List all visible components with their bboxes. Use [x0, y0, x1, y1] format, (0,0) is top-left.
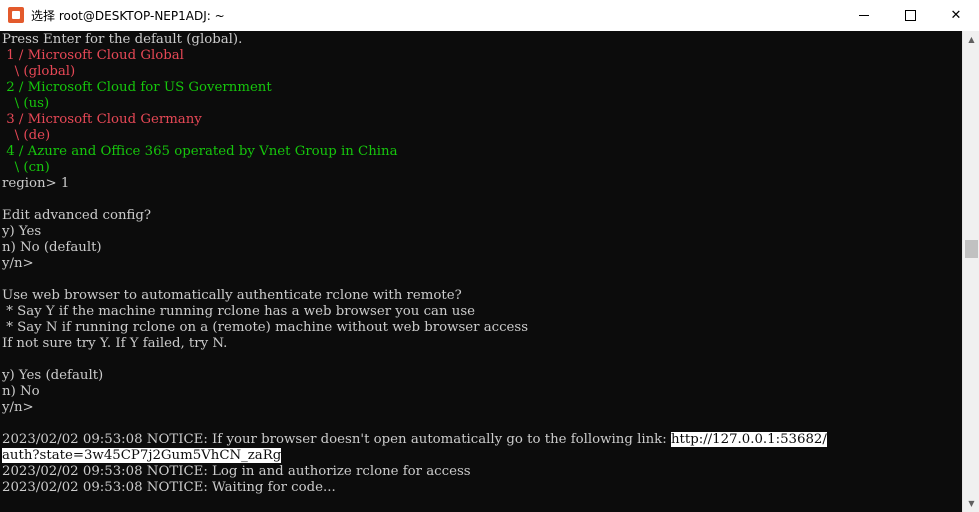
terminal-line: * Say N if running rclone on a (remote) …: [2, 320, 529, 335]
close-icon[interactable]: [933, 0, 979, 31]
terminal-line: * Say Y if the machine running rclone ha…: [2, 304, 476, 319]
minimize-icon[interactable]: [841, 0, 887, 31]
terminal-line: y/n>: [2, 400, 34, 415]
terminal-line: \ (cn): [2, 160, 50, 175]
terminal-line: Use web browser to automatically authent…: [2, 288, 462, 303]
terminal-line: 2023/02/02 09:53:08 NOTICE: Log in and a…: [2, 464, 471, 479]
terminal-line: y) Yes: [2, 224, 42, 239]
terminal-output[interactable]: Press Enter for the default (global). 1 …: [0, 31, 962, 512]
terminal-line: auth?state=3w45CP7j2Gum5VhCN_zaRg: [2, 448, 282, 464]
terminal-line: \ (global): [2, 64, 76, 79]
terminal-line: \ (de): [2, 128, 51, 143]
terminal-line: n) No (default): [2, 240, 102, 255]
terminal-line: If not sure try Y. If Y failed, try N.: [2, 336, 228, 351]
terminal-line: 4 / Azure and Office 365 operated by Vne…: [2, 144, 398, 159]
terminal-line: n) No: [2, 384, 40, 399]
terminal-line: 2023/02/02 09:53:08 NOTICE: If your brow…: [2, 432, 827, 448]
terminal-line: Edit advanced config?: [2, 208, 152, 223]
terminal-line: Press Enter for the default (global).: [2, 32, 243, 47]
scroll-up-arrow-icon[interactable]: ▲: [963, 31, 979, 48]
title-bar[interactable]: 选择 root@DESKTOP-NEP1ADJ: ~: [0, 0, 979, 32]
terminal-line: y) Yes (default): [2, 368, 104, 383]
terminal-line: 3 / Microsoft Cloud Germany: [2, 112, 202, 127]
terminal-line: y/n>: [2, 256, 34, 271]
window-title: 选择 root@DESKTOP-NEP1ADJ: ~: [31, 9, 225, 23]
scroll-down-arrow-icon[interactable]: ▼: [963, 495, 979, 512]
auth-link-selected-continued[interactable]: auth?state=3w45CP7j2Gum5VhCN_zaRg: [2, 448, 282, 463]
scrollbar-thumb[interactable]: [965, 240, 978, 258]
terminal-line: \ (us): [2, 96, 50, 111]
maximize-icon[interactable]: [887, 0, 933, 31]
vertical-scrollbar[interactable]: ▲ ▼: [962, 31, 979, 512]
terminal-line: 1 / Microsoft Cloud Global: [2, 48, 184, 63]
notice-text: 2023/02/02 09:53:08 NOTICE: If your brow…: [2, 432, 671, 447]
auth-link-selected[interactable]: http://127.0.0.1:53682/: [670, 432, 827, 447]
terminal-app-icon: [8, 7, 24, 23]
terminal-line: 2 / Microsoft Cloud for US Government: [2, 80, 272, 95]
terminal-line: 2023/02/02 09:53:08 NOTICE: Waiting for …: [2, 480, 336, 495]
terminal-line: region> 1: [2, 176, 70, 191]
